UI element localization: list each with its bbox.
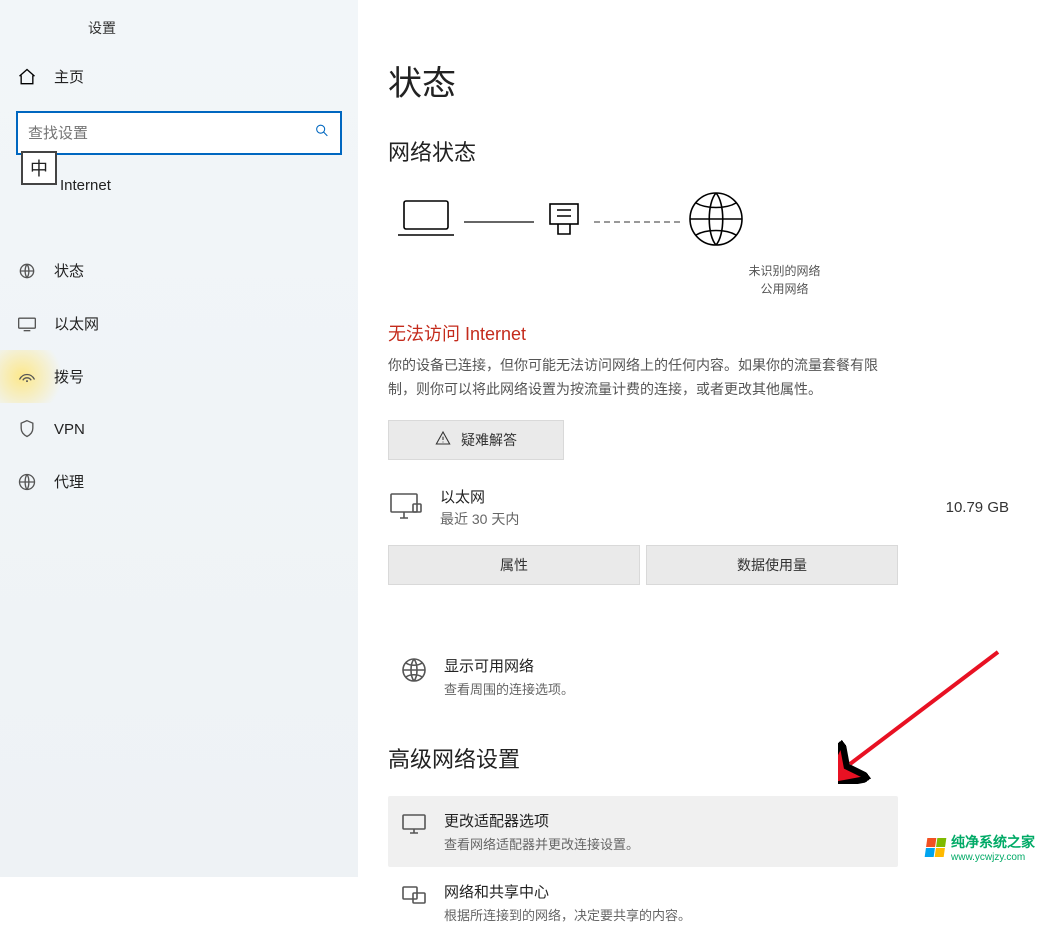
ethernet-subtitle: 最近 30 天内: [440, 509, 519, 529]
nav-list: 状态 以太网 拨号 VPN 代理: [0, 244, 358, 508]
network-status-heading: 网络状态: [388, 135, 1017, 167]
available-networks-icon: [400, 657, 428, 683]
nav-item-vpn[interactable]: VPN: [0, 403, 358, 455]
watermark-logo-icon: [925, 838, 947, 857]
nav-label: 状态: [54, 260, 84, 281]
nav-home[interactable]: 主页: [0, 48, 358, 105]
nav-item-ethernet[interactable]: 以太网: [0, 297, 358, 350]
nav-label: 拨号: [54, 366, 84, 387]
error-body: 你的设备已连接，但你可能无法访问网络上的任何内容。如果你的流量套餐有限制，则你可…: [388, 354, 898, 402]
show-networks-title: 显示可用网络: [444, 655, 574, 676]
main-content: 状态 网络状态 未识别的网络 公用网络 无法访问 Internet 你的设备已连…: [358, 0, 1047, 877]
watermark: 纯净系统之家 www.ycwjzy.com: [926, 832, 1035, 863]
advanced-heading: 高级网络设置: [388, 742, 1017, 774]
nav-item-status[interactable]: 状态: [0, 244, 358, 297]
sidebar: 设置 主页 Internet 状态 以太网 拨号: [0, 0, 358, 877]
diagram-caption-1: 未识别的网络: [552, 262, 1017, 280]
home-icon: [16, 67, 38, 87]
diagram-line-dashed: [594, 221, 680, 223]
data-usage-label: 数据使用量: [737, 555, 807, 575]
adapter-options-title: 更改适配器选项: [444, 810, 639, 831]
diagram-line-solid: [464, 221, 534, 223]
globe-icon: [686, 189, 746, 254]
ethernet-name: 以太网: [440, 486, 519, 507]
sharing-center-row[interactable]: 网络和共享中心 根据所连接到的网络，决定要共享的内容。: [388, 867, 898, 938]
nav-label: 以太网: [54, 313, 99, 334]
page-title: 状态: [388, 56, 1017, 105]
nav-home-label: 主页: [54, 66, 84, 87]
troubleshoot-button[interactable]: 疑难解答: [388, 420, 564, 460]
proxy-icon: [16, 472, 38, 492]
diagram-caption-2: 公用网络: [552, 280, 1017, 298]
search-input[interactable]: [16, 111, 342, 155]
nav-label: 代理: [54, 471, 84, 492]
warning-icon: [435, 430, 451, 449]
ethernet-row: 以太网 最近 30 天内 10.79 GB: [388, 486, 1017, 529]
adapter-icon: [400, 812, 428, 836]
nav-item-proxy[interactable]: 代理: [0, 455, 358, 508]
monitor-icon: [388, 492, 424, 522]
ethernet-icon: [16, 316, 38, 332]
troubleshoot-label: 疑难解答: [461, 430, 517, 450]
two-button-row: 属性 数据使用量: [388, 545, 1017, 585]
vpn-icon: [16, 419, 38, 439]
show-networks-row[interactable]: 显示可用网络 查看周围的连接选项。: [388, 641, 898, 712]
error-title: 无法访问 Internet: [388, 320, 1017, 346]
router-icon: [540, 200, 588, 243]
laptop-icon: [394, 195, 458, 248]
ethernet-usage: 10.79 GB: [946, 499, 1009, 516]
app-title: 设置: [0, 8, 358, 48]
search-wrap: [16, 111, 342, 155]
network-diagram: [394, 189, 1017, 254]
properties-button[interactable]: 属性: [388, 545, 640, 585]
adapter-options-row[interactable]: 更改适配器选项 查看网络适配器并更改连接设置。: [388, 796, 898, 867]
sharing-center-title: 网络和共享中心: [444, 881, 691, 902]
ime-badge[interactable]: 中: [21, 151, 57, 185]
show-networks-subtitle: 查看周围的连接选项。: [444, 679, 574, 698]
adapter-options-subtitle: 查看网络适配器并更改连接设置。: [444, 834, 639, 853]
watermark-name: 纯净系统之家: [951, 832, 1035, 852]
status-icon: [16, 262, 38, 280]
nav-item-dialup[interactable]: 拨号: [0, 350, 358, 403]
diagram-caption: 未识别的网络 公用网络: [552, 262, 1017, 298]
sharing-icon: [400, 883, 428, 907]
properties-label: 属性: [500, 555, 528, 575]
search-icon: [314, 123, 330, 144]
sharing-center-subtitle: 根据所连接到的网络，决定要共享的内容。: [444, 905, 691, 924]
data-usage-button[interactable]: 数据使用量: [646, 545, 898, 585]
nav-label: VPN: [54, 421, 85, 438]
watermark-url: www.ycwjzy.com: [951, 852, 1035, 863]
dialup-icon: [16, 369, 38, 385]
